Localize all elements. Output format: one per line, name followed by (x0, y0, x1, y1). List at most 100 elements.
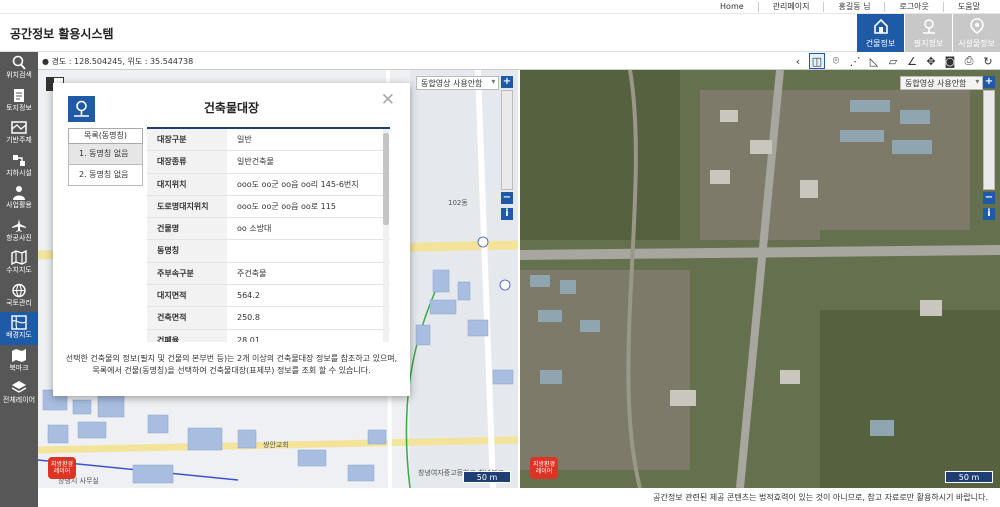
chevron-left-icon[interactable]: ‹ (790, 53, 806, 69)
tab-building-info-label: 건물정보 (865, 39, 896, 48)
left-sidebar: 위치검색 토지정보 기반주제 지하시설 사업활용 항공사진 수치지도 국토관리 … (0, 52, 38, 507)
logout-link[interactable]: 로그아웃 (884, 2, 942, 12)
table-row: 대장구분 일반 (147, 129, 390, 152)
table-row: 대지면적 564.2 (147, 285, 390, 308)
sidebar-item-label: 배경지도 (6, 331, 32, 339)
dialog-note: 선택한 건축물의 정보(필지 및 건물의 본부번 등)는 2개 이상의 건축물대… (63, 353, 400, 377)
main-tabs: 건물정보 필지정보 시설물정보 (856, 14, 1000, 52)
worker-icon (13, 186, 25, 200)
row-value: ooo도 oo군 oo읍 oo로 115 (237, 201, 336, 211)
layers-icon (11, 381, 27, 393)
map-right[interactable]: 동합영상 사용안함 + − i 지방환경 레이어 50 m (520, 70, 1000, 488)
table-scrollbar[interactable] (383, 129, 389, 342)
admin-page-link[interactable]: 관리페이지 (757, 2, 824, 12)
row-value: 250.8 (237, 313, 260, 323)
row-value: ooo도 oo군 oo읍 oo리 145-6번지 (237, 179, 359, 189)
location-pin-icon[interactable]: ⌾ (828, 53, 844, 69)
area-icon[interactable]: ◺ (866, 53, 882, 69)
map-toolbar: ‹ ◫ ⌾ ⋰ ◺ ▱ ∠ ✥ ◙ ⎙ ↻ (790, 53, 996, 69)
underground-icon (13, 154, 25, 166)
camera-icon[interactable]: ◙ (942, 53, 958, 69)
footer: 공간정보 관련된 제공 콘텐츠는 법적효력이 있는 것이 아니므로, 참고 자료… (38, 488, 1000, 507)
zoom-out-button-left[interactable]: − (501, 192, 513, 204)
tab-parcel-info-label: 필지정보 (913, 39, 944, 48)
scale-bar-left: 50 m (463, 471, 511, 483)
row-value: 주건축물 (237, 268, 267, 278)
row-key: 대장종류 (147, 151, 227, 173)
table-row: 건물명 oo 소방대 (147, 218, 390, 241)
zoom-out-button-right[interactable]: − (983, 192, 995, 204)
sidebar-item-land-info[interactable]: 토지정보 (0, 85, 38, 118)
image-overlay-select-left[interactable]: 동합영상 사용안함 (416, 76, 500, 90)
home-link[interactable]: Home (706, 2, 758, 12)
sidebar-item-label: 사업활용 (6, 201, 32, 209)
row-value: 28.01 (237, 335, 260, 342)
sidebar-item-land-management[interactable]: 국토관리 (0, 280, 38, 313)
sidebar-item-all-layers[interactable]: 전체레이어 (0, 377, 38, 410)
sidebar-item-location-search[interactable]: 위치검색 (0, 52, 38, 85)
coordinate-bar: ● 경도 : 128.504245, 위도 : 35.544738 ‹ ◫ ⌾ … (38, 52, 1000, 70)
angle-icon[interactable]: ∠ (904, 53, 920, 69)
close-icon[interactable]: ✕ (381, 90, 395, 110)
aerial-map-background (520, 70, 1000, 488)
tab-parcel-info[interactable]: 필지정보 (905, 14, 952, 52)
sidebar-item-label: 토지정보 (6, 103, 32, 112)
table-row: 대장종류 일반건축물 (147, 151, 390, 174)
row-value (227, 240, 390, 261)
layer-badge-right[interactable]: 지방환경 레이어 (530, 457, 558, 479)
zoom-slider-right[interactable] (983, 90, 995, 190)
tab-building-info[interactable]: 건물정보 (857, 14, 904, 52)
sidebar-item-background-map[interactable]: 배경지도 (0, 312, 38, 345)
footer-note: 공간정보 관련된 제공 콘텐츠는 법적효력이 있는 것이 아니므로, 참고 자료… (653, 493, 988, 502)
help-link[interactable]: 도움말 (942, 2, 994, 12)
sidebar-item-bookmark[interactable]: 북마크 (0, 345, 38, 378)
sidebar-item-business-use[interactable]: 사업활용 (0, 182, 38, 215)
table-row: 동명칭 (147, 240, 390, 263)
building-list: 목록(동명칭) 1. 동명칭 없음 2. 동명칭 없음 (68, 128, 143, 186)
row-key: 건폐율 (147, 329, 227, 342)
sidebar-item-underground[interactable]: 지하시설 (0, 150, 38, 183)
zoom-slider-left[interactable] (501, 90, 513, 190)
table-row: 도로명대지위치 ooo도 oo군 oo읍 oo로 115 (147, 195, 390, 219)
parcel-pin-icon (922, 19, 935, 34)
sidebar-item-digital-map[interactable]: 수치지도 (0, 247, 38, 280)
image-overlay-select-left-value: 동합영상 사용안함 (421, 79, 483, 88)
tab-facility-info[interactable]: 시설물정보 (953, 14, 1000, 52)
pan-icon[interactable]: ✥ (923, 53, 939, 69)
sidebar-item-label: 기반주제 (6, 136, 32, 144)
list-item[interactable]: 2. 동명칭 없음 (68, 165, 143, 186)
sidebar-item-label: 북마크 (9, 363, 29, 372)
tab-facility-info-label: 시설물정보 (958, 39, 995, 48)
table-row: 건축면적 250.8 (147, 307, 390, 330)
sidebar-item-label: 전체레이어 (2, 396, 36, 404)
sidebar-item-base-theme[interactable]: 기반주제 (0, 117, 38, 150)
facility-pin-icon (969, 18, 984, 34)
map-info-button-right[interactable]: i (983, 208, 995, 220)
scrollbar-thumb[interactable] (383, 133, 389, 225)
dialog-title: 건축물대장 (203, 101, 260, 115)
table-row: 주부속구분 주건축물 (147, 262, 390, 286)
zoom-in-button-right[interactable]: + (983, 76, 995, 88)
print-icon[interactable]: ⎙ (961, 53, 977, 69)
list-item[interactable]: 1. 동명칭 없음 (68, 144, 143, 165)
user-name: 홍길동 님 (823, 2, 884, 12)
map-info-button-left[interactable]: i (501, 208, 513, 220)
scale-bar-right: 50 m (945, 471, 993, 483)
split-view-icon[interactable]: ◫ (809, 53, 825, 69)
row-value: 일반 (237, 135, 252, 144)
distance-icon[interactable]: ⋰ (847, 53, 863, 69)
zoom-in-button-left[interactable]: + (501, 76, 513, 88)
sidebar-item-label: 지하시설 (6, 168, 32, 177)
background-map-icon (11, 315, 27, 330)
row-key: 대장구분 (147, 129, 227, 151)
image-overlay-select-right[interactable]: 동합영상 사용안함 (900, 76, 984, 90)
map-label: 쌍안교회 (263, 441, 289, 449)
sidebar-item-label: 국토관리 (6, 298, 32, 307)
layer-badge-left[interactable]: 지방환경 레이어 (48, 457, 76, 479)
location-pin-small-icon: ● (42, 57, 49, 66)
ruler-icon[interactable]: ▱ (885, 53, 901, 69)
sidebar-item-aerial-photo[interactable]: 항공사진 (0, 215, 38, 248)
refresh-icon[interactable]: ↻ (980, 53, 996, 69)
app-title: 공간정보 활용시스템 (10, 27, 114, 41)
row-key: 건물명 (147, 218, 227, 240)
